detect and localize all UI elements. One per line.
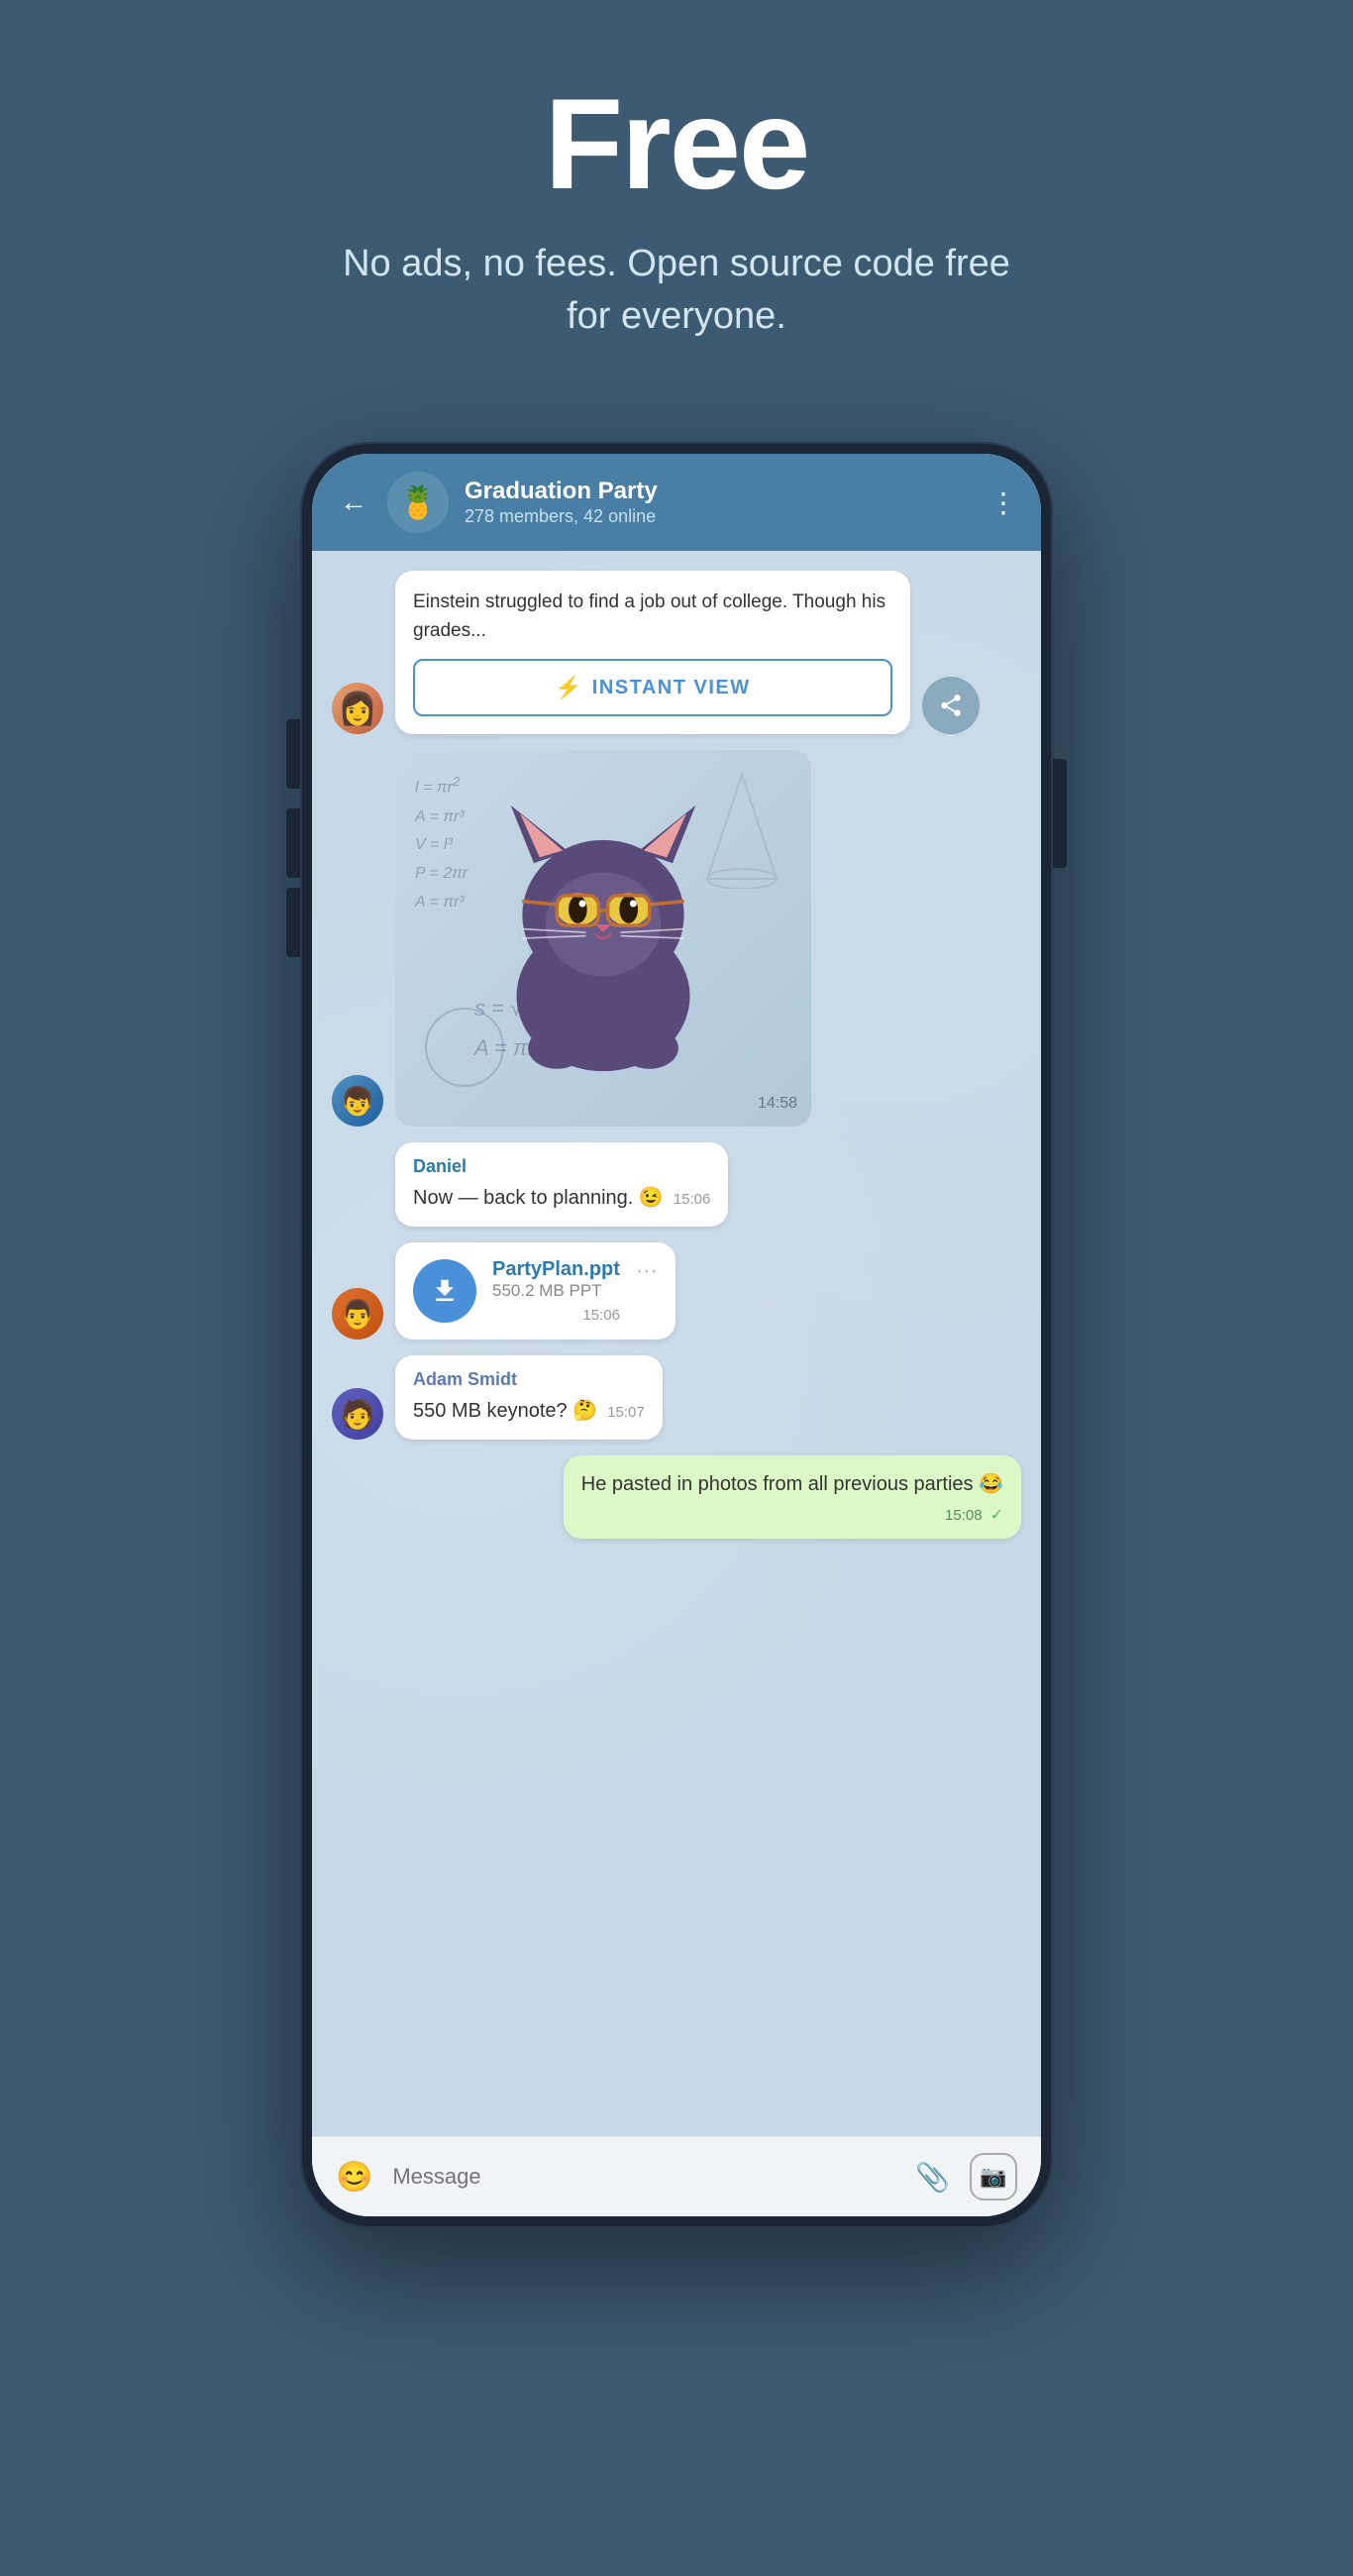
message-checkmark: ✓ (990, 1505, 1003, 1525)
chat-info: Graduation Party 278 members, 42 online (465, 478, 974, 527)
download-icon (430, 1276, 460, 1306)
chat-header: ← 🍍 Graduation Party 278 members, 42 onl… (312, 454, 1041, 551)
phone-inner: ← 🍍 Graduation Party 278 members, 42 onl… (312, 454, 1041, 2216)
daniel-time: 15:06 (674, 1189, 711, 1212)
adam-time: 15:07 (607, 1402, 645, 1425)
daniel-name: Daniel (413, 1156, 710, 1177)
group-avatar: 🍍 (387, 472, 449, 533)
message-input[interactable] (392, 2164, 895, 2190)
lightning-icon: ⚡ (555, 675, 581, 700)
file-size: 550.2 MB PPT (492, 1281, 620, 1301)
male2-avatar: 👨 (332, 1288, 383, 1340)
female-avatar: 👩 (332, 683, 383, 734)
article-message-row: 👩 Einstein struggled to find a job out o… (332, 571, 1021, 734)
hero-section: Free No ads, no fees. Open source code f… (0, 0, 1353, 402)
male3-avatar: 🧑 (332, 1388, 383, 1440)
file-bubble: PartyPlan.ppt 550.2 MB PPT 15:06 ⋯ (395, 1242, 676, 1340)
sticker-message-row: 👦 (332, 750, 1021, 1127)
attach-button[interactable]: 📎 (915, 2161, 950, 2194)
file-options-button[interactable]: ⋯ (636, 1258, 658, 1284)
back-button[interactable]: ← (336, 483, 371, 522)
daniel-message-row: Daniel Now — back to planning. 😉 15:06 (332, 1142, 1021, 1227)
share-button[interactable] (922, 677, 980, 734)
daniel-bubble: Daniel Now — back to planning. 😉 15:06 (395, 1142, 728, 1227)
cat-sticker (474, 790, 732, 1087)
file-time: 15:06 (492, 1307, 620, 1324)
my-text: He pasted in photos from all previous pa… (581, 1469, 1003, 1499)
instant-view-label: INSTANT VIEW (592, 677, 751, 699)
instant-view-button[interactable]: ⚡ INSTANT VIEW (413, 659, 892, 716)
chat-body: 👩 Einstein struggled to find a job out o… (312, 551, 1041, 2136)
hero-subtitle: No ads, no fees. Open source code free f… (330, 238, 1023, 343)
hero-title: Free (545, 79, 809, 208)
chat-input-bar: 😊 📎 📷 (312, 2136, 1041, 2216)
adam-bubble: Adam Smidt 550 MB keynote? 🤔 15:07 (395, 1355, 663, 1440)
chat-menu-button[interactable]: ⋮ (989, 486, 1017, 519)
camera-icon: 📷 (980, 2164, 1006, 2190)
chat-name: Graduation Party (465, 478, 974, 506)
file-name: PartyPlan.ppt (492, 1258, 620, 1281)
sticker-bubble: l = πr2 A = πr³ V = l³ P = 2πr A = πr³ (395, 750, 811, 1127)
emoji-button[interactable]: 😊 (336, 2160, 372, 2195)
adam-name: Adam Smidt (413, 1369, 645, 1390)
chat-status: 278 members, 42 online (465, 506, 974, 527)
article-bubble: Einstein struggled to find a job out of … (395, 571, 910, 734)
male1-avatar: 👦 (332, 1075, 383, 1127)
sticker-time: 14:58 (758, 1095, 797, 1113)
share-icon (938, 693, 964, 718)
file-message-row: 👨 PartyPlan.ppt 550.2 MB PPT 15:06 (332, 1242, 1021, 1340)
adam-text: 550 MB keynote? 🤔 15:07 (413, 1396, 645, 1426)
my-bubble: He pasted in photos from all previous pa… (564, 1455, 1021, 1539)
camera-button[interactable]: 📷 (970, 2153, 1017, 2200)
file-download-button[interactable] (413, 1259, 476, 1323)
my-time: 15:08 (945, 1507, 983, 1524)
phone-outer: ← 🍍 Graduation Party 278 members, 42 onl… (300, 442, 1053, 2228)
phone-wrapper: ← 🍍 Graduation Party 278 members, 42 onl… (300, 442, 1053, 2228)
file-info: PartyPlan.ppt 550.2 MB PPT 15:06 (492, 1258, 620, 1324)
adam-message-row: 🧑 Adam Smidt 550 MB keynote? 🤔 15:07 (332, 1355, 1021, 1440)
my-message-row: He pasted in photos from all previous pa… (332, 1455, 1021, 1539)
article-text: Einstein struggled to find a job out of … (413, 589, 892, 645)
daniel-text: Now — back to planning. 😉 15:06 (413, 1183, 710, 1213)
